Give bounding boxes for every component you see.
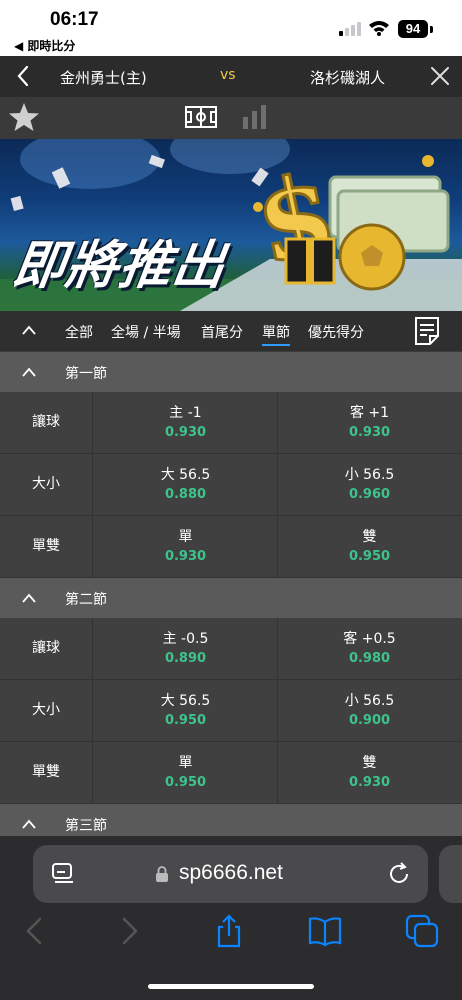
market-label: 單雙 [0,516,93,577]
page-menu-icon[interactable] [51,863,75,885]
selection-name: 大 56.5 [160,693,211,709]
tab-full-half[interactable]: 全場 / 半場 [111,322,181,342]
bookmarks-icon[interactable] [308,914,342,948]
market-label: 讓球 [0,392,93,453]
vs-label: vs [220,67,236,83]
odds-value: 0.880 [164,487,207,502]
odds-value: 0.930 [164,549,207,564]
cellular-signal-icon [339,22,361,36]
odds-button[interactable]: 客 +1 0.930 [278,392,461,453]
tab-first-last-score[interactable]: 首尾分 [201,322,243,342]
odds-value: 0.930 [164,425,207,440]
share-icon[interactable] [212,914,246,948]
odds-button[interactable]: 大 56.5 0.880 [94,454,278,515]
back-chevron-icon[interactable] [13,63,35,89]
home-indicator [148,984,314,989]
market-tabs: 全部 全場 / 半場 首尾分 單節 優先得分 [0,311,462,351]
odds-value: 0.960 [348,487,391,502]
odds-button[interactable]: 單 0.930 [94,516,278,577]
odds-value: 0.980 [348,651,391,666]
market-label: 大小 [0,680,93,741]
selection-name: 主 -0.5 [162,631,209,647]
tab-first-to-score[interactable]: 優先得分 [308,322,364,342]
url-text: sp6666.net [179,861,283,884]
period-section-header[interactable]: 第一節 [0,352,462,392]
odds-value: 0.950 [348,549,391,564]
address-bar[interactable]: sp6666.net [33,845,428,903]
market-label: 大小 [0,454,93,515]
selection-name: 客 +0.5 [343,631,396,647]
field-view-icon[interactable] [185,106,217,128]
reload-icon[interactable] [387,862,411,886]
back-arrow-icon[interactable] [18,914,52,948]
odds-value: 0.950 [164,713,207,728]
away-team-name: 洛杉磯湖人 [310,69,386,87]
odds-value: 0.900 [348,713,391,728]
lock-icon [156,866,168,882]
view-toolbar [0,97,462,139]
market-row: 單雙 單 0.950 雙 0.930 [0,742,462,804]
odds-button[interactable]: 客 +0.5 0.980 [278,618,461,679]
status-time: 06:17 [50,9,99,30]
selection-name: 小 56.5 [344,467,395,483]
market-label: 讓球 [0,618,93,679]
selection-name: 單 [178,755,193,771]
odds-button[interactable]: 小 56.5 0.900 [278,680,461,741]
forward-arrow-icon[interactable] [112,914,146,948]
selection-name: 小 56.5 [344,693,395,709]
coming-soon-banner: $ 即將推出 [0,139,462,311]
home-team-name: 金州勇士(主) [60,69,147,87]
selection-name: 主 -1 [169,405,202,421]
close-icon[interactable] [429,65,451,87]
back-to-app-link[interactable]: ◀ 即時比分 [14,37,75,54]
battery-tip [430,26,433,33]
collapse-all-chevron-icon[interactable] [20,323,38,337]
odds-value: 0.930 [348,775,391,790]
odds-button[interactable]: 小 56.5 0.960 [278,454,461,515]
odds-button[interactable]: 主 -0.5 0.890 [94,618,278,679]
period-section-header[interactable]: 第二節 [0,578,462,618]
market-row: 大小 大 56.5 0.950 小 56.5 0.900 [0,680,462,742]
next-tab-preview[interactable] [439,845,462,903]
collapse-chevron-icon [22,819,36,829]
odds-button[interactable]: 主 -1 0.930 [94,392,278,453]
period-title: 第一節 [65,366,107,382]
battery-icon: 94 [398,20,428,38]
banner-headline: 即將推出 [9,236,230,296]
selection-name: 單 [178,529,193,545]
odds-button[interactable]: 雙 0.950 [278,516,461,577]
tabs-icon[interactable] [405,914,439,948]
selection-name: 大 56.5 [160,467,211,483]
odds-button[interactable]: 大 56.5 0.950 [94,680,278,741]
market-label: 單雙 [0,742,93,803]
bet-slip-icon[interactable] [414,316,440,346]
market-row: 單雙 單 0.930 雙 0.950 [0,516,462,578]
period-title: 第三節 [65,818,107,834]
collapse-chevron-icon [22,593,36,603]
selection-name: 客 +1 [349,405,390,421]
selection-name: 雙 [362,755,377,771]
match-header: 金州勇士(主) vs 洛杉磯湖人 [0,56,462,97]
odds-button[interactable]: 雙 0.930 [278,742,461,803]
odds-button[interactable]: 單 0.950 [94,742,278,803]
market-row: 大小 大 56.5 0.880 小 56.5 0.960 [0,454,462,516]
selection-name: 雙 [362,529,377,545]
stats-bars-icon[interactable] [242,105,268,129]
market-row: 讓球 主 -0.5 0.890 客 +0.5 0.980 [0,618,462,680]
status-bar: 06:17 ◀ 即時比分 94 [0,0,462,56]
market-row: 讓球 主 -1 0.930 客 +1 0.930 [0,392,462,454]
wifi-icon [369,21,389,36]
odds-value: 0.950 [164,775,207,790]
odds-value: 0.890 [164,651,207,666]
tab-all[interactable]: 全部 [65,322,93,342]
favorite-star-icon[interactable] [8,101,40,133]
tab-quarter[interactable]: 單節 [262,322,290,346]
odds-value: 0.930 [348,425,391,440]
collapse-chevron-icon [22,367,36,377]
period-title: 第二節 [65,592,107,608]
